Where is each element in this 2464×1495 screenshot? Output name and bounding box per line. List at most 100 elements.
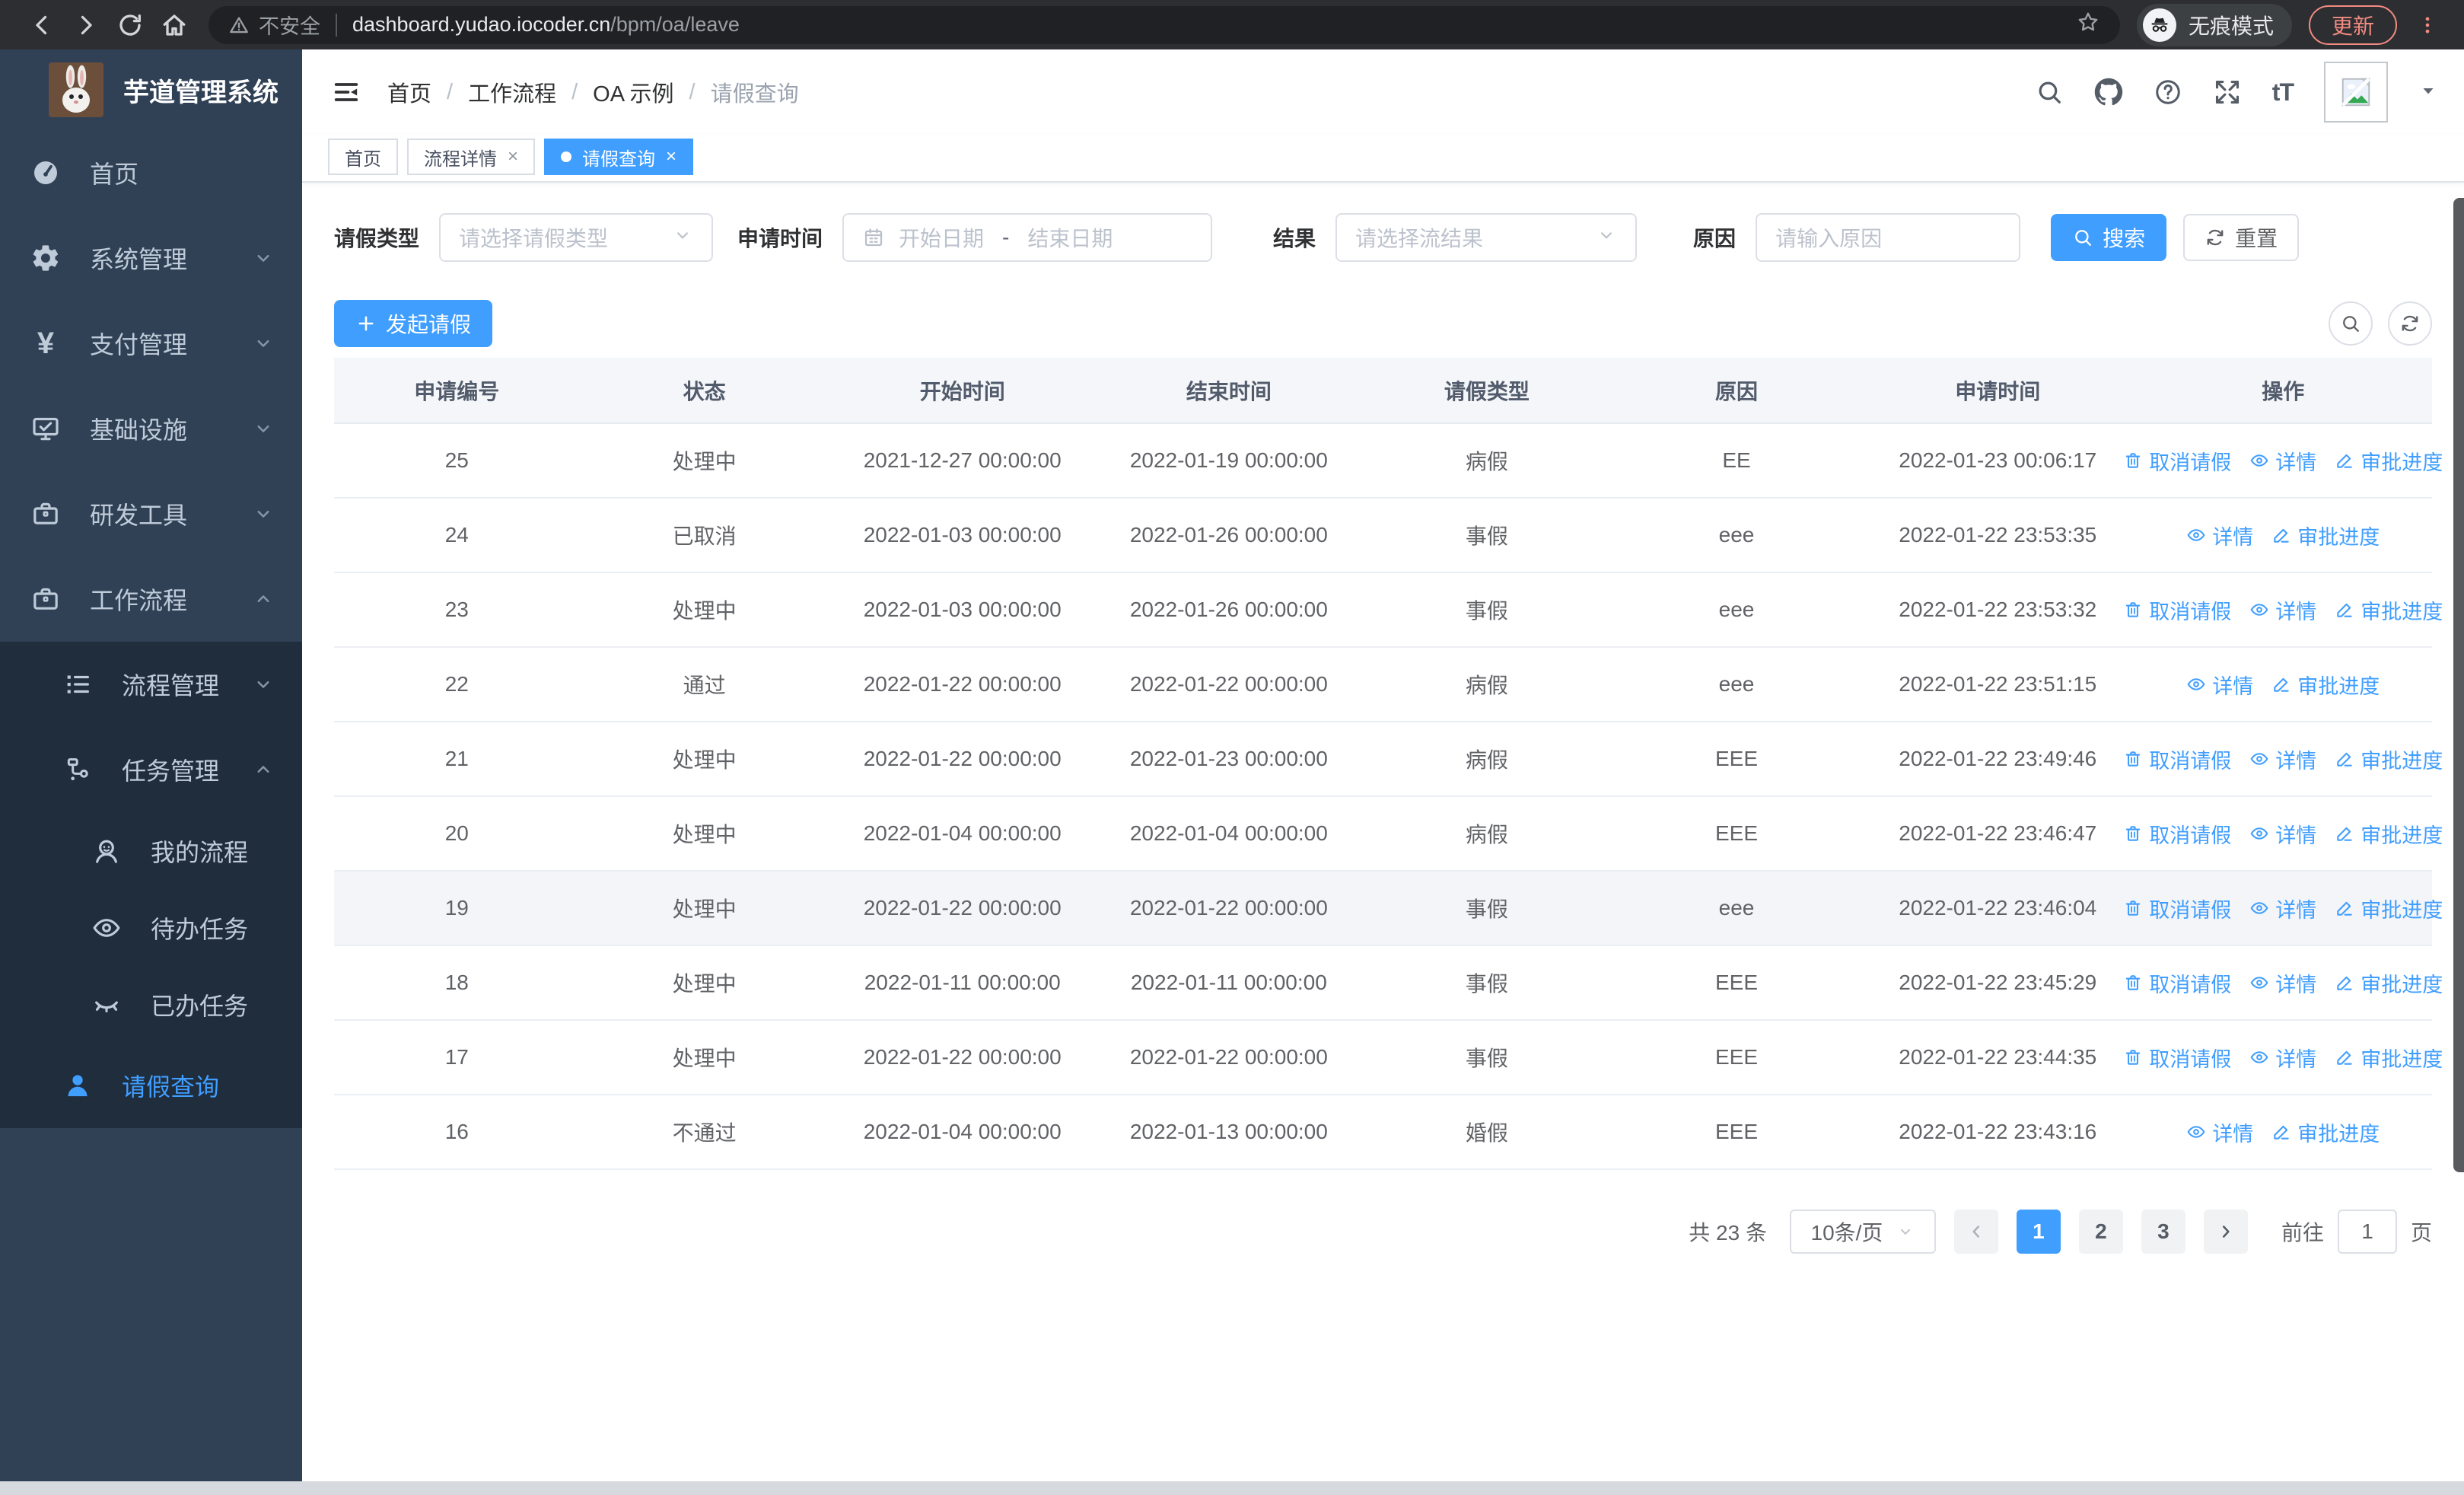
search-icon xyxy=(2340,313,2361,334)
action-detail-link[interactable]: 详情 xyxy=(2249,819,2316,849)
browser-forward-button[interactable] xyxy=(64,3,108,47)
cell-applied: 2022-01-22 23:53:32 xyxy=(1861,572,2135,648)
sidebar-item-system-management[interactable]: 系统管理 xyxy=(0,215,302,301)
tab-process-detail[interactable]: 流程详情 × xyxy=(407,139,536,175)
pagination-next-button[interactable] xyxy=(2203,1210,2248,1254)
breadcrumb-workflow[interactable]: 工作流程 xyxy=(468,76,556,108)
sidebar-item-dev-tools[interactable]: 研发工具 xyxy=(0,471,302,556)
table-row: 20 处理中 2022-01-04 00:00:00 2022-01-04 00:00… xyxy=(334,796,2443,872)
goto-page-input[interactable]: 1 xyxy=(2337,1210,2397,1254)
action-detail-link[interactable]: 详情 xyxy=(2249,968,2316,998)
app-logo-image xyxy=(49,62,103,117)
sidebar-item-workflow[interactable]: 工作流程 xyxy=(0,556,302,642)
apply-time-range-input[interactable]: 开始日期 - 结束日期 xyxy=(842,213,1213,262)
action-progress-link[interactable]: 审批进度 xyxy=(2335,968,2443,998)
pagination-page-1[interactable]: 1 xyxy=(2016,1210,2061,1254)
create-leave-button[interactable]: 发起请假 xyxy=(334,300,493,347)
action-detail-link[interactable]: 详情 xyxy=(2249,595,2316,625)
user-avatar[interactable] xyxy=(2324,62,2388,123)
reload-icon xyxy=(116,11,144,39)
github-link[interactable] xyxy=(2094,78,2123,107)
browser-menu-button[interactable] xyxy=(2411,4,2444,46)
address-bar[interactable]: 不安全 dashboard.yudao.iocoder.cn/bpm/oa/le… xyxy=(209,5,2120,44)
toggle-search-button[interactable] xyxy=(2329,301,2373,346)
refresh-table-button[interactable] xyxy=(2388,301,2432,346)
sidebar-item-my-process[interactable]: 我的流程 xyxy=(0,812,302,889)
fullscreen-button[interactable] xyxy=(2213,78,2242,107)
tab-close-icon[interactable]: × xyxy=(508,148,518,166)
sidebar-item-home[interactable]: 首页 xyxy=(0,130,302,215)
browser-reload-button[interactable] xyxy=(108,3,152,47)
action-progress-link[interactable]: 审批进度 xyxy=(2271,1117,2380,1147)
action-cancel-link[interactable]: 取消请假 xyxy=(2123,819,2231,849)
search-icon xyxy=(2072,227,2093,248)
action-progress-link[interactable]: 审批进度 xyxy=(2335,744,2443,774)
action-detail-link[interactable]: 详情 xyxy=(2186,670,2253,700)
reason-input[interactable]: 请输入原因 xyxy=(1756,213,2021,262)
table-row: 19 处理中 2022-01-22 00:00:00 2022-01-22 00:00… xyxy=(334,871,2443,946)
table-row: 18 处理中 2022-01-11 00:00:00 2022-01-11 00:00… xyxy=(334,945,2443,1021)
browser-update-button[interactable]: 更新 xyxy=(2308,5,2397,45)
leave-type-select[interactable]: 请选择请假类型 xyxy=(439,213,714,262)
action-cancel-link[interactable]: 取消请假 xyxy=(2123,595,2231,625)
browser-back-button[interactable] xyxy=(20,3,64,47)
pagination-prev-button[interactable] xyxy=(1953,1210,1998,1254)
action-detail-link[interactable]: 详情 xyxy=(2186,1117,2253,1147)
trash-icon xyxy=(2123,973,2143,993)
action-progress-link[interactable]: 审批进度 xyxy=(2335,1043,2443,1073)
sidebar-item-leave-query[interactable]: 请假查询 xyxy=(0,1043,302,1128)
page-scrollbar[interactable] xyxy=(2453,198,2464,1172)
cell-status: 处理中 xyxy=(579,572,829,648)
action-cancel-link[interactable]: 取消请假 xyxy=(2123,968,2231,998)
action-progress-link[interactable]: 审批进度 xyxy=(2335,894,2443,923)
tab-home[interactable]: 首页 xyxy=(328,139,398,175)
action-progress-link[interactable]: 审批进度 xyxy=(2271,521,2380,550)
action-cancel-link[interactable]: 取消请假 xyxy=(2123,446,2231,476)
action-progress-link[interactable]: 审批进度 xyxy=(2335,595,2443,625)
bookmark-star-button[interactable] xyxy=(2076,10,2100,40)
sidebar-item-done-tasks[interactable]: 已办任务 xyxy=(0,966,302,1043)
sidebar-item-process-management[interactable]: 流程管理 xyxy=(0,642,302,727)
action-detail-link[interactable]: 详情 xyxy=(2249,894,2316,923)
action-progress-link[interactable]: 审批进度 xyxy=(2335,446,2443,476)
action-cancel-link[interactable]: 取消请假 xyxy=(2123,744,2231,774)
incognito-label: 无痕模式 xyxy=(2188,14,2274,38)
action-detail-link[interactable]: 详情 xyxy=(2249,744,2316,774)
sidebar-item-todo-tasks[interactable]: 待办任务 xyxy=(0,889,302,966)
cell-applied: 2022-01-22 23:44:35 xyxy=(1861,1020,2135,1095)
tab-leave-query[interactable]: 请假查询 × xyxy=(544,139,694,175)
action-detail-link[interactable]: 详情 xyxy=(2249,446,2316,476)
sidebar-logo[interactable]: 芋道管理系统 xyxy=(0,49,302,130)
action-label: 详情 xyxy=(2212,1122,2254,1146)
warning-triangle-icon xyxy=(228,14,250,36)
page-size-select[interactable]: 10条/页 xyxy=(1789,1210,1936,1254)
action-cancel-link[interactable]: 取消请假 xyxy=(2123,894,2231,923)
sidebar-item-infrastructure[interactable]: 基础设施 xyxy=(0,386,302,471)
avatar-dropdown-button[interactable] xyxy=(2418,81,2438,104)
cell-type: 病假 xyxy=(1361,423,1612,499)
help-button[interactable] xyxy=(2154,78,2182,107)
breadcrumb-oa-example[interactable]: OA 示例 xyxy=(593,76,673,108)
header-search-button[interactable] xyxy=(2035,78,2064,107)
action-detail-link[interactable]: 详情 xyxy=(2249,1043,2316,1073)
goto-page-suffix: 页 xyxy=(2410,1221,2432,1245)
action-progress-link[interactable]: 审批进度 xyxy=(2271,670,2380,700)
action-cancel-link[interactable]: 取消请假 xyxy=(2123,1043,2231,1073)
sidebar-collapse-button[interactable] xyxy=(328,74,365,110)
font-size-button[interactable]: tT xyxy=(2272,78,2294,107)
sidebar-item-payment-management[interactable]: ¥ 支付管理 xyxy=(0,301,302,386)
tab-label: 流程详情 xyxy=(424,148,497,170)
sidebar-item-label: 待办任务 xyxy=(151,915,249,943)
action-detail-link[interactable]: 详情 xyxy=(2186,521,2253,550)
pagination-page-2[interactable]: 2 xyxy=(2078,1210,2123,1254)
plus-icon xyxy=(355,313,377,334)
browser-home-button[interactable] xyxy=(152,3,196,47)
action-progress-link[interactable]: 审批进度 xyxy=(2335,819,2443,849)
breadcrumb-home[interactable]: 首页 xyxy=(387,76,431,108)
sidebar-item-task-management[interactable]: 任务管理 xyxy=(0,727,302,812)
pagination-page-3[interactable]: 3 xyxy=(2141,1210,2185,1254)
result-select[interactable]: 请选择流结果 xyxy=(1335,213,1638,262)
search-button[interactable]: 搜索 xyxy=(2051,214,2167,261)
reset-button[interactable]: 重置 xyxy=(2183,214,2300,261)
tab-close-icon[interactable]: × xyxy=(666,148,676,166)
